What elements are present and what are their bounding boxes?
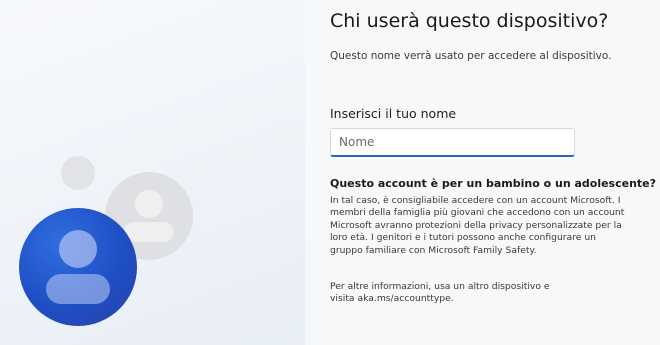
more-info-text: Per altre informazioni, usa un altro dis… [330,281,550,305]
decorative-dot-icon [61,156,95,190]
avatar-body [46,274,110,304]
avatar-head [59,230,97,268]
avatar-body [124,222,174,242]
child-account-heading: Questo account è per un bambino o un ado… [330,177,657,190]
child-account-description: In tal caso, è consigliabile accedere co… [330,195,625,256]
name-field-label: Inserisci il tuo nome [330,106,457,121]
illustration-pane [0,0,305,345]
page-title: Chi userà questo dispositivo? [330,10,609,32]
name-input[interactable] [330,128,575,157]
avatar-head [135,190,163,218]
page-subtitle: Questo nome verrà usato per accedere al … [330,50,612,62]
blue-user-avatar-icon [19,208,137,326]
